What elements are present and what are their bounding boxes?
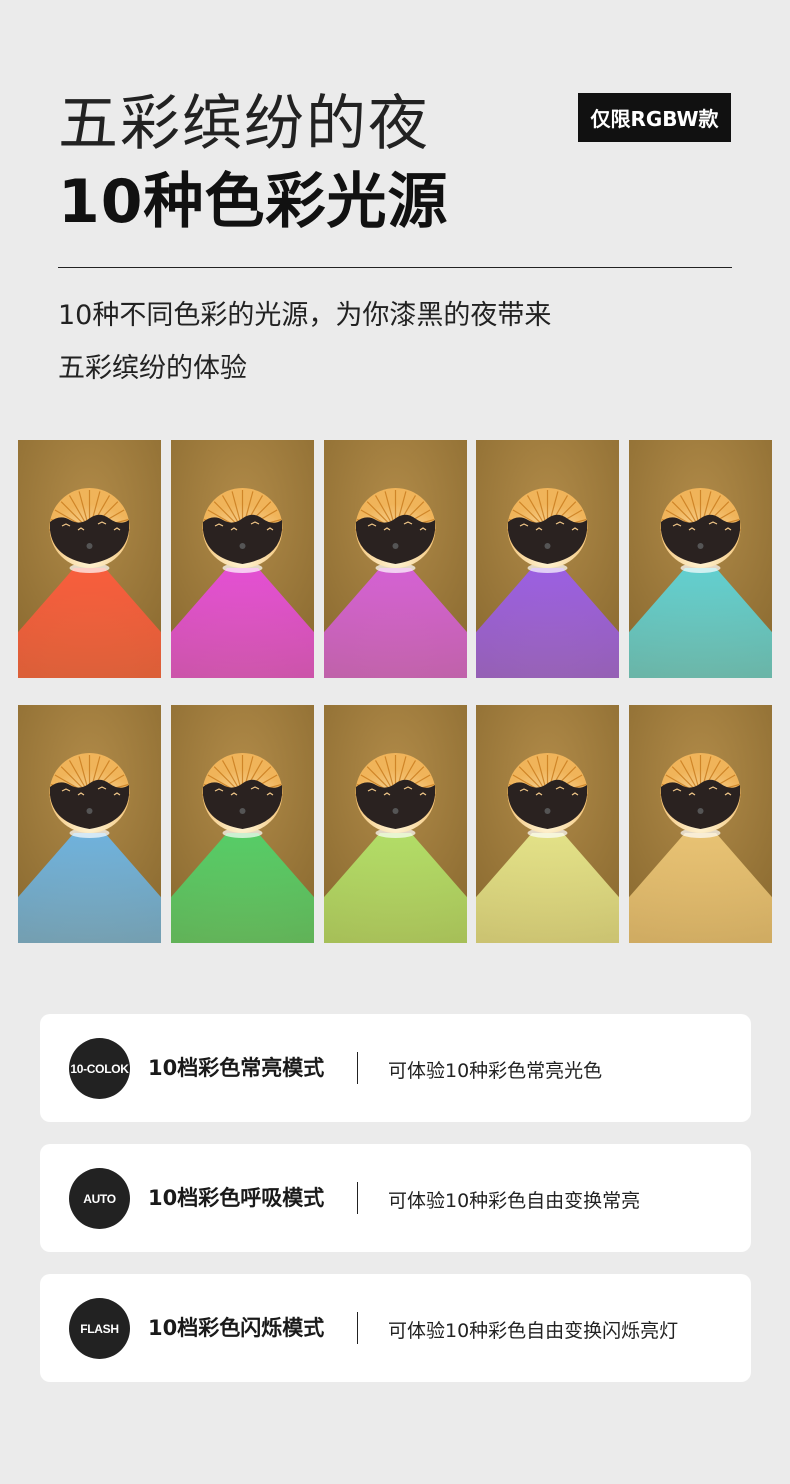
mode-description: 可体验10种彩色常亮光色	[388, 1060, 603, 1082]
lamp-color-sample-8	[324, 705, 467, 943]
lamp-color-sample-3	[324, 440, 467, 678]
mode-divider	[357, 1182, 358, 1214]
mode-icon-breathing: AUTO	[69, 1168, 130, 1229]
header-divider	[58, 267, 732, 268]
mode-divider	[357, 1052, 358, 1084]
description-line2: 五彩缤纷的体验	[58, 353, 247, 384]
mode-description: 可体验10种彩色自由变换常亮	[388, 1190, 641, 1212]
mode-divider	[357, 1312, 358, 1344]
lamp-color-sample-6	[18, 705, 161, 943]
mode-name: 10档彩色常亮模式	[148, 1056, 325, 1080]
mode-icon-steady: 10-COLOK	[69, 1038, 130, 1099]
mode-card-breathing: AUTO 10档彩色呼吸模式 可体验10种彩色自由变换常亮	[40, 1144, 751, 1252]
mode-description: 可体验10种彩色自由变换闪烁亮灯	[388, 1320, 679, 1342]
lamp-color-sample-4	[476, 440, 619, 678]
mode-name: 10档彩色闪烁模式	[148, 1316, 325, 1340]
mode-card-flash: FLASH 10档彩色闪烁模式 可体验10种彩色自由变换闪烁亮灯	[40, 1274, 751, 1382]
lamp-color-sample-7	[171, 705, 314, 943]
lamp-color-sample-9	[476, 705, 619, 943]
mode-icon-flash: FLASH	[69, 1298, 130, 1359]
lamp-color-sample-10	[629, 705, 772, 943]
lamp-color-sample-2	[171, 440, 314, 678]
lamp-color-sample-1	[18, 440, 161, 678]
page-title-line1: 五彩缤纷的夜	[58, 89, 430, 159]
description-line1: 10种不同色彩的光源，为你漆黑的夜带来	[58, 300, 552, 331]
mode-name: 10档彩色呼吸模式	[148, 1186, 325, 1210]
lamp-color-sample-5	[629, 440, 772, 678]
rgbw-only-badge: 仅限RGBW款	[578, 93, 731, 142]
page-title-line2: 10种色彩光源	[58, 167, 449, 237]
mode-card-steady: 10-COLOK 10档彩色常亮模式 可体验10种彩色常亮光色	[40, 1014, 751, 1122]
